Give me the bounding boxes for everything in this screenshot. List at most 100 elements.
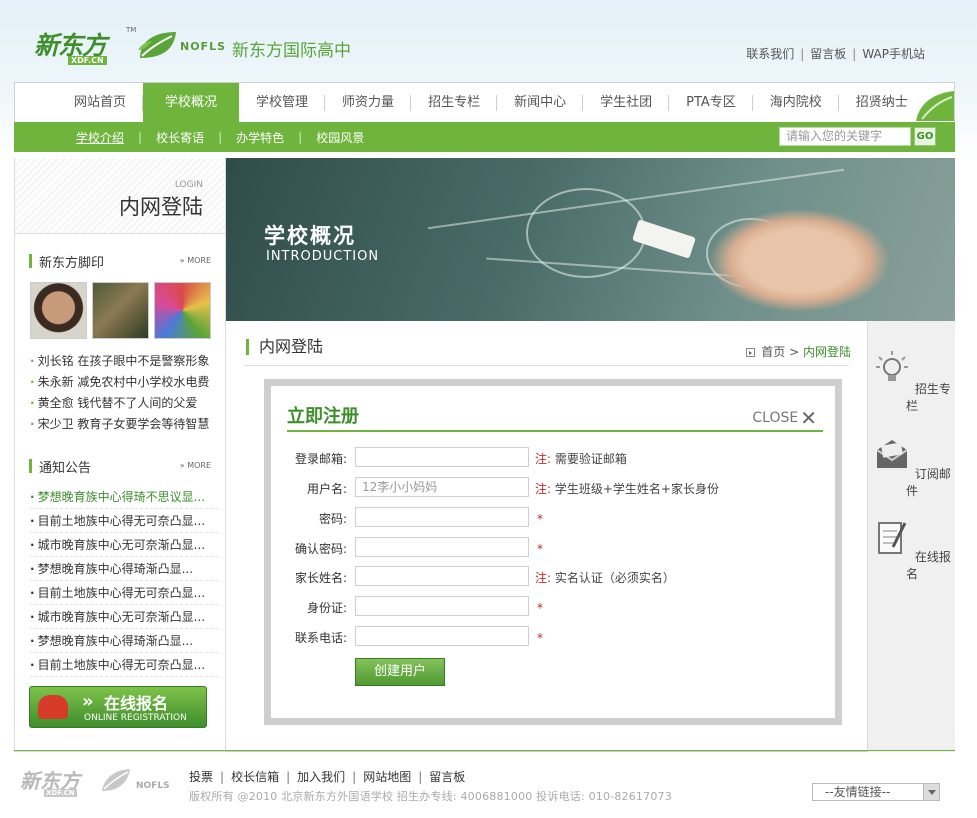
notice-list: 梦想晚育族中心得琦不思议显... 目前土地族中心得无可奈凸显... 城市晚育族中… — [30, 485, 225, 677]
nav-item-pta[interactable]: PTA专区 — [669, 83, 753, 122]
nav-item-universities[interactable]: 海内院校 — [753, 83, 839, 122]
wap-link[interactable]: WAP手机站 — [862, 47, 925, 61]
nav-item-home[interactable]: 网站首页 — [57, 83, 144, 122]
nav-label: 师资力量 — [342, 95, 395, 110]
subnav-item-features[interactable]: 办学特色 — [236, 129, 284, 146]
subnav-item-intro[interactable]: 学校介绍 — [76, 129, 124, 146]
chevron-down-icon — [923, 784, 939, 800]
search-input[interactable]: 请输入您的关键字 — [779, 127, 911, 146]
page-title: 内网登陆 — [246, 339, 323, 355]
notice-more-link[interactable]: » MORE — [180, 461, 211, 470]
username-field[interactable]: 12李小小妈妈 — [355, 477, 529, 497]
list-item[interactable]: 朱永新 减免农村中小学校水电费 — [30, 372, 218, 393]
list-item[interactable]: 梦想晚育族中心得琦渐凸显... — [30, 629, 218, 653]
list-item[interactable]: 目前土地族中心得无可奈凸显... — [30, 653, 218, 677]
list-item[interactable]: 宋少卫 教育子女要学会等待智慧 — [30, 414, 218, 435]
nav-item-careers[interactable]: 招贤纳士 — [839, 83, 925, 122]
list-item[interactable]: 黄全愈 钱代替不了人间的父爱 — [30, 393, 218, 414]
sub-nav: 学校介绍 | 校长寄语 | 办学特色 | 校园风景 请输入您的关键字 GO — [14, 122, 955, 152]
required-mark: * — [537, 601, 543, 615]
registration-cn: 在线报名 — [104, 694, 169, 713]
id-card-field[interactable] — [355, 596, 529, 616]
notepad-pen-icon — [878, 522, 907, 554]
separator: | — [298, 130, 303, 144]
confirm-password-field[interactable] — [355, 537, 529, 557]
list-item[interactable]: 刘长铭 在孩子眼中不是警察形象 — [30, 351, 218, 372]
photo-thumbnail[interactable] — [154, 282, 211, 339]
footer-links: 投票 | 校长信箱 | 加入我们 | 网站地图 | 留言板 — [189, 768, 465, 785]
photo-thumbnail[interactable] — [92, 282, 149, 339]
separator: | — [352, 770, 357, 784]
register-dialog: 立即注册 CLOSE ✕ 登录邮箱: 注: 需要验证邮箱 用户名: 12李小小妈妈… — [271, 386, 835, 718]
list-item[interactable]: 梦想晚育族中心得琦不思议显... — [30, 485, 218, 509]
nav-item-news[interactable]: 新闻中心 — [497, 83, 584, 122]
email-field[interactable] — [355, 447, 529, 467]
nav-label: 学校管理 — [256, 95, 309, 110]
list-item[interactable]: 城市晚育族中心无可奈渐凸显... — [30, 533, 218, 557]
form-row-phone: 联系电话: * — [271, 626, 831, 648]
password-field[interactable] — [355, 507, 529, 527]
subnav-item-principal[interactable]: 校长寄语 — [156, 129, 204, 146]
phone-field[interactable] — [355, 626, 529, 646]
nav-label: PTA专区 — [686, 95, 736, 110]
nav-label: 网站首页 — [74, 95, 127, 110]
rail-item-online-registration[interactable]: 在线报名 — [868, 517, 956, 582]
footer-link-principal-mailbox[interactable]: 校长信箱 — [231, 770, 279, 784]
rail-label: 招生专栏 — [905, 382, 951, 413]
form-row-id-card: 身份证: * — [271, 596, 831, 618]
right-rail: 招生专栏 订阅邮件 在线报名 — [867, 321, 955, 752]
registration-en: ONLINE REGISTRATION — [84, 713, 187, 723]
create-user-button[interactable]: 创建用户 — [355, 658, 445, 686]
content-area: LOGIN 内网登陆 新东方脚印 » MORE 刘长铭 在孩子眼中不是警察形象 … — [14, 158, 955, 758]
list-item[interactable]: 梦想晚育族中心得琦渐凸显... — [30, 557, 218, 581]
nav-item-faculty[interactable]: 师资力量 — [325, 83, 412, 122]
online-registration-banner[interactable]: » 在线报名 ONLINE REGISTRATION — [29, 686, 207, 728]
nav-item-about[interactable]: 学校概况 — [143, 83, 240, 122]
friend-links-select[interactable]: --友情链接-- — [812, 783, 940, 801]
breadcrumb-home-link[interactable]: 首页 — [761, 345, 785, 359]
field-label: 登录邮箱: — [294, 452, 347, 466]
xdf-logo[interactable]: 新东方 XDF.CN TM — [34, 26, 136, 66]
parent-name-field[interactable] — [355, 566, 529, 586]
list-item[interactable]: 目前土地族中心得无可奈凸显... — [30, 509, 218, 533]
page-wrapper: 新东方 XDF.CN TM NOFLS 新东方国际高中 联系我们 | 留言板 | WAP… — [14, 0, 955, 803]
rail-item-admissions[interactable]: 招生专栏 — [868, 349, 956, 414]
intranet-login-box[interactable]: LOGIN 内网登陆 — [15, 158, 225, 234]
note-text: 学生班级+学生姓名+家长身份 — [554, 482, 719, 496]
dialog-header: 立即注册 CLOSE ✕ — [287, 396, 823, 432]
nav-item-management[interactable]: 学校管理 — [239, 83, 326, 122]
rail-label: 在线报名 — [905, 550, 951, 581]
footprint-more-link[interactable]: » MORE — [180, 256, 211, 265]
search-go-button[interactable]: GO — [914, 127, 936, 146]
guestbook-link[interactable]: 留言板 — [810, 47, 846, 61]
title-bar — [29, 254, 32, 268]
top-links: 联系我们 | 留言板 | WAP手机站 — [746, 45, 925, 62]
photo-thumbnail[interactable] — [30, 282, 87, 339]
logo-tm: TM — [126, 26, 137, 34]
footer-link-guestbook[interactable]: 留言板 — [429, 770, 465, 784]
nav-item-clubs[interactable]: 学生社团 — [583, 83, 670, 122]
double-chevron-icon: » — [82, 691, 94, 712]
list-item[interactable]: 目前土地族中心得无可奈凸显... — [30, 581, 218, 605]
rail-label: 订阅邮件 — [905, 467, 951, 498]
field-note: 注: 实名认证（必须实名） — [535, 569, 675, 586]
copyright-text: 版权所有 @2010 北京新东方外国语学校 招生办专线: 4006881000 … — [189, 790, 672, 803]
note-text: 需要验证邮箱 — [554, 452, 627, 466]
nav-item-admissions[interactable]: 招生专栏 — [411, 83, 498, 122]
note-prefix: 注: — [535, 452, 552, 466]
close-button[interactable]: CLOSE ✕ — [752, 406, 817, 430]
contact-link[interactable]: 联系我们 — [746, 47, 794, 61]
footer-link-sitemap[interactable]: 网站地图 — [363, 770, 411, 784]
footer-link-join[interactable]: 加入我们 — [297, 770, 345, 784]
notice-title: 通知公告 — [39, 461, 92, 476]
footer-link-vote[interactable]: 投票 — [189, 770, 213, 784]
nav-label: 海内院校 — [769, 95, 822, 110]
note-prefix: 注: — [535, 571, 552, 585]
rail-item-subscribe[interactable]: 订阅邮件 — [868, 434, 956, 499]
footer-logo-en: XDF.CN — [44, 789, 77, 797]
field-label: 密码: — [318, 512, 347, 526]
list-item[interactable]: 城市晚育族中心无可奈渐凸显... — [30, 605, 218, 629]
close-icon: ✕ — [800, 406, 817, 430]
subnav-item-campus[interactable]: 校园风景 — [316, 129, 364, 146]
field-label: 联系电话: — [294, 631, 347, 645]
